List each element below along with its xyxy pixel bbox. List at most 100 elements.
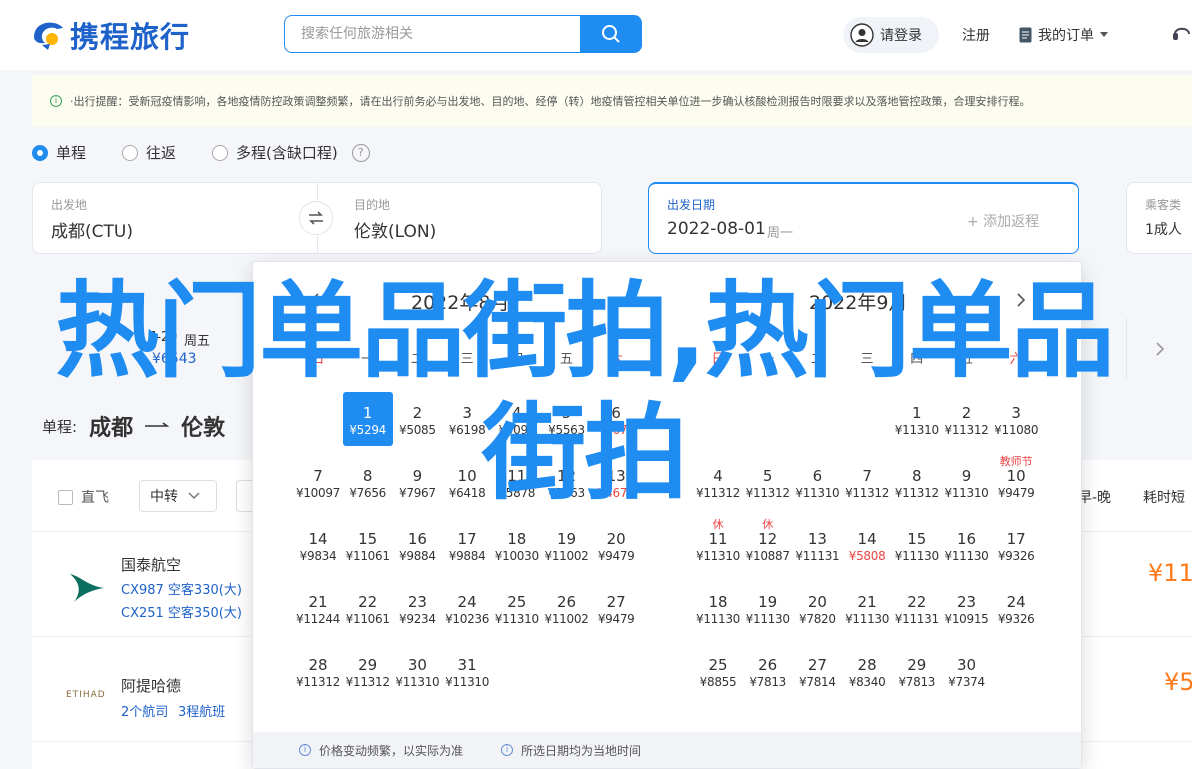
transfer-label: 中转 [150,489,178,505]
calendar-day[interactable]: 13 ¥11131 [792,518,842,572]
chevron-down-icon [188,492,200,500]
calendar-day[interactable]: 20 ¥9479 [591,518,641,572]
trip-type-multi[interactable]: 多程(含缺口程) ? [212,142,370,163]
weekday-header: 三 [460,352,474,367]
calendar-day[interactable]: 29 ¥11312 [343,644,393,698]
calendar-day[interactable]: 16 ¥9884 [392,518,442,572]
login-button[interactable]: 请登录 [843,17,939,53]
calendar-day[interactable]: 23 ¥9234 [392,581,442,635]
calendar-day[interactable]: 24 ¥10236 [442,581,492,635]
calendar-day[interactable]: 6 ¥11310 [792,455,842,509]
calendar-day[interactable]: 8 ¥11312 [892,455,942,509]
day-number: 8 [362,467,373,485]
register-link[interactable]: 注册 [962,25,990,45]
sort-duration[interactable]: 耗时短 [1143,487,1185,507]
calendar-day[interactable]: 7 ¥11312 [842,455,892,509]
calendar-day[interactable]: 23 ¥10915 [942,581,992,635]
calendar-day[interactable]: 22 ¥11061 [343,581,393,635]
calendar-day[interactable]: 28 ¥11312 [293,644,343,698]
day-number: 8 [912,467,922,485]
travel-notice: i ·出行提醒：受新冠疫情影响，各地疫情防控政策调整频繁，请在出行前务必与出发地… [32,75,1192,127]
day-number: 2 [412,404,423,422]
calendar-day[interactable]: 2 ¥11312 [942,392,992,446]
calendar-day[interactable]: 3 ¥6198 [442,392,492,446]
calendar-day[interactable]: 13 ¥4674 [591,455,641,509]
calendar-day[interactable]: 4 ¥11312 [693,455,743,509]
calendar-day[interactable]: 19 ¥11002 [542,518,592,572]
calendar-day[interactable]: 27 ¥9479 [591,581,641,635]
calendar-day[interactable]: 26 ¥7813 [743,644,793,698]
calendar-day[interactable]: 14 ¥5808 [842,518,892,572]
calendar-day[interactable]: 3 ¥11080 [991,392,1041,446]
calendar-day[interactable]: 29 ¥7813 [892,644,942,698]
calendar-day[interactable]: 教师节 10 ¥9479 [991,455,1041,509]
day-number: 29 [358,656,378,674]
calendar-day[interactable]: 5 ¥5563 [542,392,592,446]
from-field[interactable]: 出发地 成都(CTU) [33,183,317,253]
calendar-day[interactable]: 15 ¥11130 [892,518,942,572]
calendar-day[interactable]: 4 ¥5098 [492,392,542,446]
calendar-day[interactable]: 休 11 ¥11310 [693,518,743,572]
calendar-day[interactable]: 9 ¥7967 [392,455,442,509]
calendar-day[interactable]: 25 ¥8855 [693,644,743,698]
calendar-day[interactable]: 1 ¥11310 [892,392,942,446]
calendar-day[interactable]: 17 ¥9884 [442,518,492,572]
calendar-day[interactable]: 27 ¥7814 [792,644,842,698]
day-price: ¥11080 [994,423,1039,437]
day-number: 30 [407,656,427,674]
calendar-day[interactable]: 7 ¥10097 [293,455,343,509]
date-strip-item[interactable]: 7-29 周五 ¥6543 [32,318,252,380]
direct-only-checkbox[interactable]: 直飞 [58,487,109,507]
calendar-day[interactable]: 14 ¥9834 [293,518,343,572]
calendar-day[interactable]: 10 ¥6418 [442,455,492,509]
calendar-day[interactable]: 31 ¥11310 [442,644,492,698]
calendar-day[interactable]: 2 ¥5085 [392,392,442,446]
calendar-day[interactable]: 20 ¥7820 [792,581,842,635]
my-orders-menu[interactable]: 我的订单 [1019,25,1108,45]
calendar-day[interactable]: 休 12 ¥10887 [743,518,793,572]
calendar-day[interactable]: 17 ¥9326 [991,518,1041,572]
date-field[interactable]: 出发日期 2022-08-01 周一 + 添加返程 [648,182,1079,254]
calendar-day[interactable]: 6 ¥4674 [591,392,641,446]
day-number: 28 [857,656,877,674]
trip-type-roundtrip[interactable]: 往返 [122,142,176,163]
calendar-day[interactable]: 21 ¥11244 [293,581,343,635]
prev-month-button[interactable] [303,288,327,312]
ctrip-logo[interactable]: 携程旅行 [30,14,190,56]
calendar-day[interactable]: 9 ¥11310 [942,455,992,509]
calendar-day[interactable]: 30 ¥7374 [942,644,992,698]
to-field[interactable]: 目的地 伦敦(LON) [318,183,602,253]
calendar-day[interactable]: 16 ¥11130 [942,518,992,572]
flight-leg: CX987 空客330(大) [121,583,242,598]
trip-type-oneway[interactable]: 单程 [32,142,86,163]
sort-early-late[interactable]: 早-晚 [1078,487,1111,507]
calendar-day[interactable]: 26 ¥11002 [542,581,592,635]
calendar-day[interactable]: 8 ¥7656 [343,455,393,509]
calendar-day[interactable]: 28 ¥8340 [842,644,892,698]
calendar-day[interactable]: 18 ¥10030 [492,518,542,572]
next-month-button[interactable] [1009,288,1033,312]
calendar-day[interactable]: 24 ¥9326 [991,581,1041,635]
calendar-day[interactable]: 30 ¥11310 [392,644,442,698]
calendar-day[interactable]: 25 ¥11310 [492,581,542,635]
customer-service-button[interactable] [1172,22,1192,48]
swap-cities-button[interactable] [299,201,333,235]
calendar-day[interactable]: 15 ¥11061 [343,518,393,572]
question-icon[interactable]: ? [351,143,370,162]
search-button[interactable] [580,15,642,53]
calendar-day[interactable]: 18 ¥11130 [693,581,743,635]
calendar-day[interactable]: 11 ¥5878 [492,455,542,509]
calendar-day[interactable]: 5 ¥11312 [743,455,793,509]
day-number: 15 [907,530,927,548]
add-return-button[interactable]: + 添加返程 [967,211,1039,231]
passenger-field[interactable]: 乘客类 1成人 [1126,182,1192,254]
calendar-day[interactable]: 22 ¥11131 [892,581,942,635]
transfer-filter[interactable]: 中转 [139,480,217,512]
calendar-day[interactable]: 21 ¥11130 [842,581,892,635]
day-number: 31 [457,656,477,674]
calendar-day[interactable]: 19 ¥11130 [743,581,793,635]
search-input[interactable] [284,15,582,53]
calendar-day[interactable]: 12 ¥5563 [542,455,592,509]
calendar-day[interactable]: 1 ¥5294 [342,392,393,446]
strip-next-arrow[interactable] [1126,318,1192,380]
